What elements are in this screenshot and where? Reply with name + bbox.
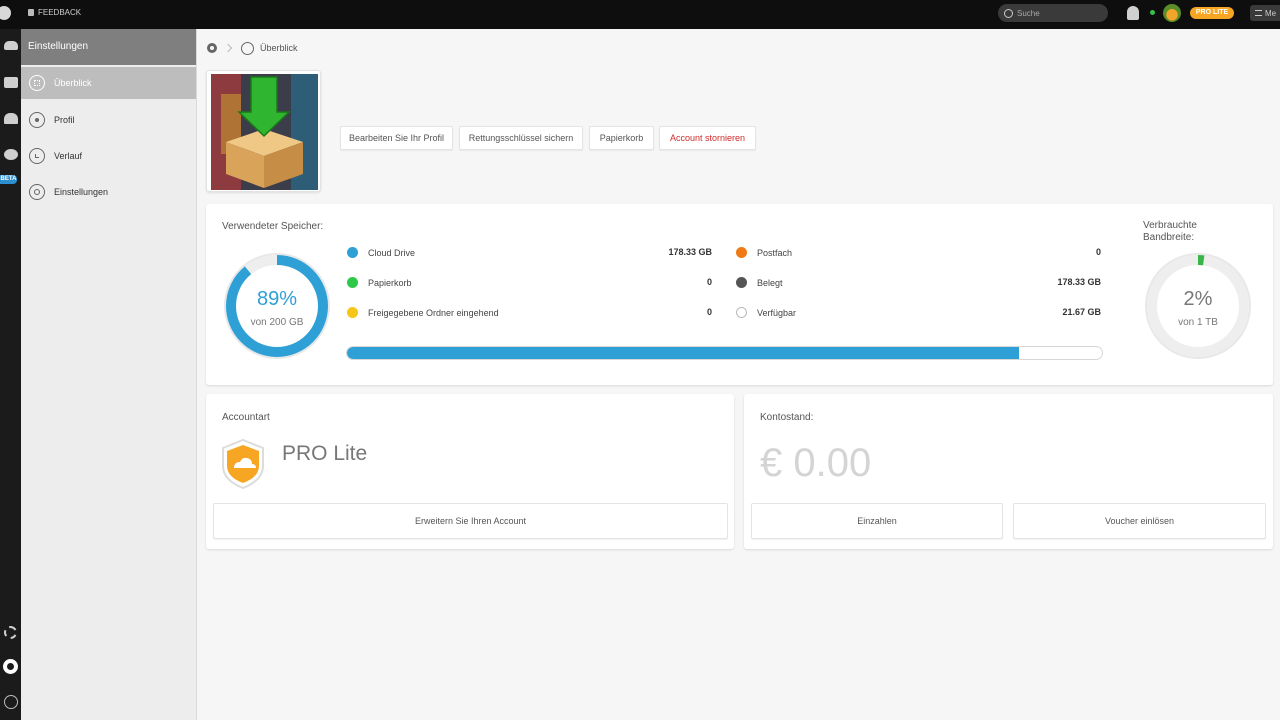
settings-gear-icon[interactable] <box>0 659 21 674</box>
chat-icon[interactable] <box>0 149 21 160</box>
profile-avatar[interactable] <box>206 70 321 192</box>
backup-key-button[interactable]: Rettungsschlüssel sichern <box>459 126 583 150</box>
legend-label: Papierkorb <box>368 277 412 288</box>
app-logo-icon[interactable] <box>0 6 11 20</box>
legend-color-dot <box>347 247 358 258</box>
contacts-icon[interactable] <box>0 77 21 88</box>
legend-color-dot <box>736 307 747 318</box>
pro-lite-shield-icon <box>222 438 264 490</box>
trash-button[interactable]: Papierkorb <box>589 126 654 150</box>
grid-icon <box>241 41 254 55</box>
legend-color-dot <box>347 307 358 318</box>
clock-icon <box>29 148 45 164</box>
storage-progress-bar <box>346 346 1103 360</box>
legend-item: Cloud Drive <box>347 247 415 258</box>
legend-label: Freigegebene Ordner eingehend <box>368 307 499 318</box>
help-icon[interactable] <box>0 695 21 709</box>
redeem-voucher-button[interactable]: Voucher einlösen <box>1013 503 1266 539</box>
sidebar-item-label: Profil <box>54 115 75 125</box>
search-icon <box>1004 8 1013 18</box>
balance-amount: € 0.00 <box>760 441 872 485</box>
sidebar-item-label: Überblick <box>54 78 92 88</box>
main-menu-button[interactable]: Me <box>1250 5 1280 21</box>
deposit-button[interactable]: Einzahlen <box>751 503 1003 539</box>
download-box-icon <box>211 74 318 190</box>
legend-value: 0 <box>706 307 712 317</box>
hamburger-icon <box>1255 10 1262 16</box>
legend-value: 0 <box>1095 247 1101 257</box>
bandwidth-total: von 1 TB <box>1178 317 1218 328</box>
bell-icon[interactable] <box>1127 6 1139 20</box>
balance-card: Kontostand: € 0.00 Einzahlen Voucher ein… <box>744 394 1273 549</box>
shared-users-icon[interactable] <box>0 113 21 124</box>
avatar[interactable] <box>1163 4 1181 22</box>
legend-color-dot <box>736 247 747 258</box>
online-status-dot <box>1150 10 1155 15</box>
top-bar: FEEDBACK Suche PRO LITE Me <box>0 0 1280 29</box>
sidebar-item-label: Einstellungen <box>54 187 109 197</box>
legend-value: 21.67 GB <box>1062 307 1101 317</box>
sidebar-item-label: Verlauf <box>54 151 83 161</box>
plan-badge[interactable]: PRO LITE <box>1190 7 1234 19</box>
breadcrumb: Überblick <box>207 41 298 55</box>
storage-title: Verwendeter Speicher: <box>222 221 324 232</box>
bandwidth-percent: 2% <box>1183 288 1213 310</box>
storage-card: Verwendeter Speicher: 89% von 200 GB Clo… <box>206 204 1273 385</box>
upgrade-account-button[interactable]: Erweitern Sie Ihren Account <box>213 503 728 539</box>
cloud-drive-icon[interactable] <box>0 41 21 50</box>
legend-item: Postfach <box>736 247 792 258</box>
legend-item: Verfügbar <box>736 307 796 318</box>
recycle-icon[interactable] <box>0 626 21 639</box>
beta-badge: BETA <box>0 175 17 184</box>
lock-icon <box>28 9 34 16</box>
main-content: Überblick Bearbeiten Sie Ihr Profil Rett… <box>197 29 1280 720</box>
settings-sidebar: Einstellungen Überblick Profil Verlauf E… <box>21 29 197 720</box>
legend-value: 178.33 GB <box>668 247 712 257</box>
account-type-title: Accountart <box>222 412 270 423</box>
grid-icon <box>29 75 45 91</box>
user-icon <box>29 112 45 128</box>
legend-item: Freigegebene Ordner eingehend <box>347 307 499 318</box>
cancel-account-button[interactable]: Account stornieren <box>659 126 756 150</box>
storage-progress-fill <box>347 347 1019 359</box>
edit-profile-button[interactable]: Bearbeiten Sie Ihr Profil <box>340 126 453 150</box>
gear-icon <box>29 184 45 200</box>
sidebar-item-profile[interactable]: Profil <box>21 104 196 136</box>
breadcrumb-current[interactable]: Überblick <box>260 43 298 53</box>
icon-rail: BETA <box>0 29 21 720</box>
balance-title: Kontostand: <box>760 412 814 423</box>
legend-color-dot <box>347 277 358 288</box>
sidebar-header: Einstellungen <box>21 29 196 65</box>
account-type-card: Accountart PRO Lite Erweitern Sie Ihren … <box>206 394 734 549</box>
legend-color-dot <box>736 277 747 288</box>
bandwidth-title: Verbrauchte Bandbreite: <box>1143 220 1197 243</box>
legend-item: Belegt <box>736 277 783 288</box>
storage-percent: 89% <box>256 288 298 310</box>
chevron-right-icon <box>223 43 233 53</box>
sidebar-item-history[interactable]: Verlauf <box>21 140 196 172</box>
storage-total: von 200 GB <box>250 317 304 328</box>
legend-value: 0 <box>706 277 712 287</box>
plan-name: PRO Lite <box>282 442 368 465</box>
search-input[interactable]: Suche <box>998 4 1108 22</box>
legend-label: Cloud Drive <box>368 247 416 258</box>
settings-gear-icon[interactable] <box>207 43 217 53</box>
sidebar-item-overview[interactable]: Überblick <box>21 67 196 99</box>
legend-label: Postfach <box>757 247 793 258</box>
legend-value: 178.33 GB <box>1057 277 1101 287</box>
legend-label: Belegt <box>757 277 783 288</box>
feedback-link[interactable]: FEEDBACK <box>28 8 81 17</box>
sidebar-item-settings[interactable]: Einstellungen <box>21 176 196 208</box>
legend-item: Papierkorb <box>347 277 412 288</box>
legend-label: Verfügbar <box>757 307 797 318</box>
